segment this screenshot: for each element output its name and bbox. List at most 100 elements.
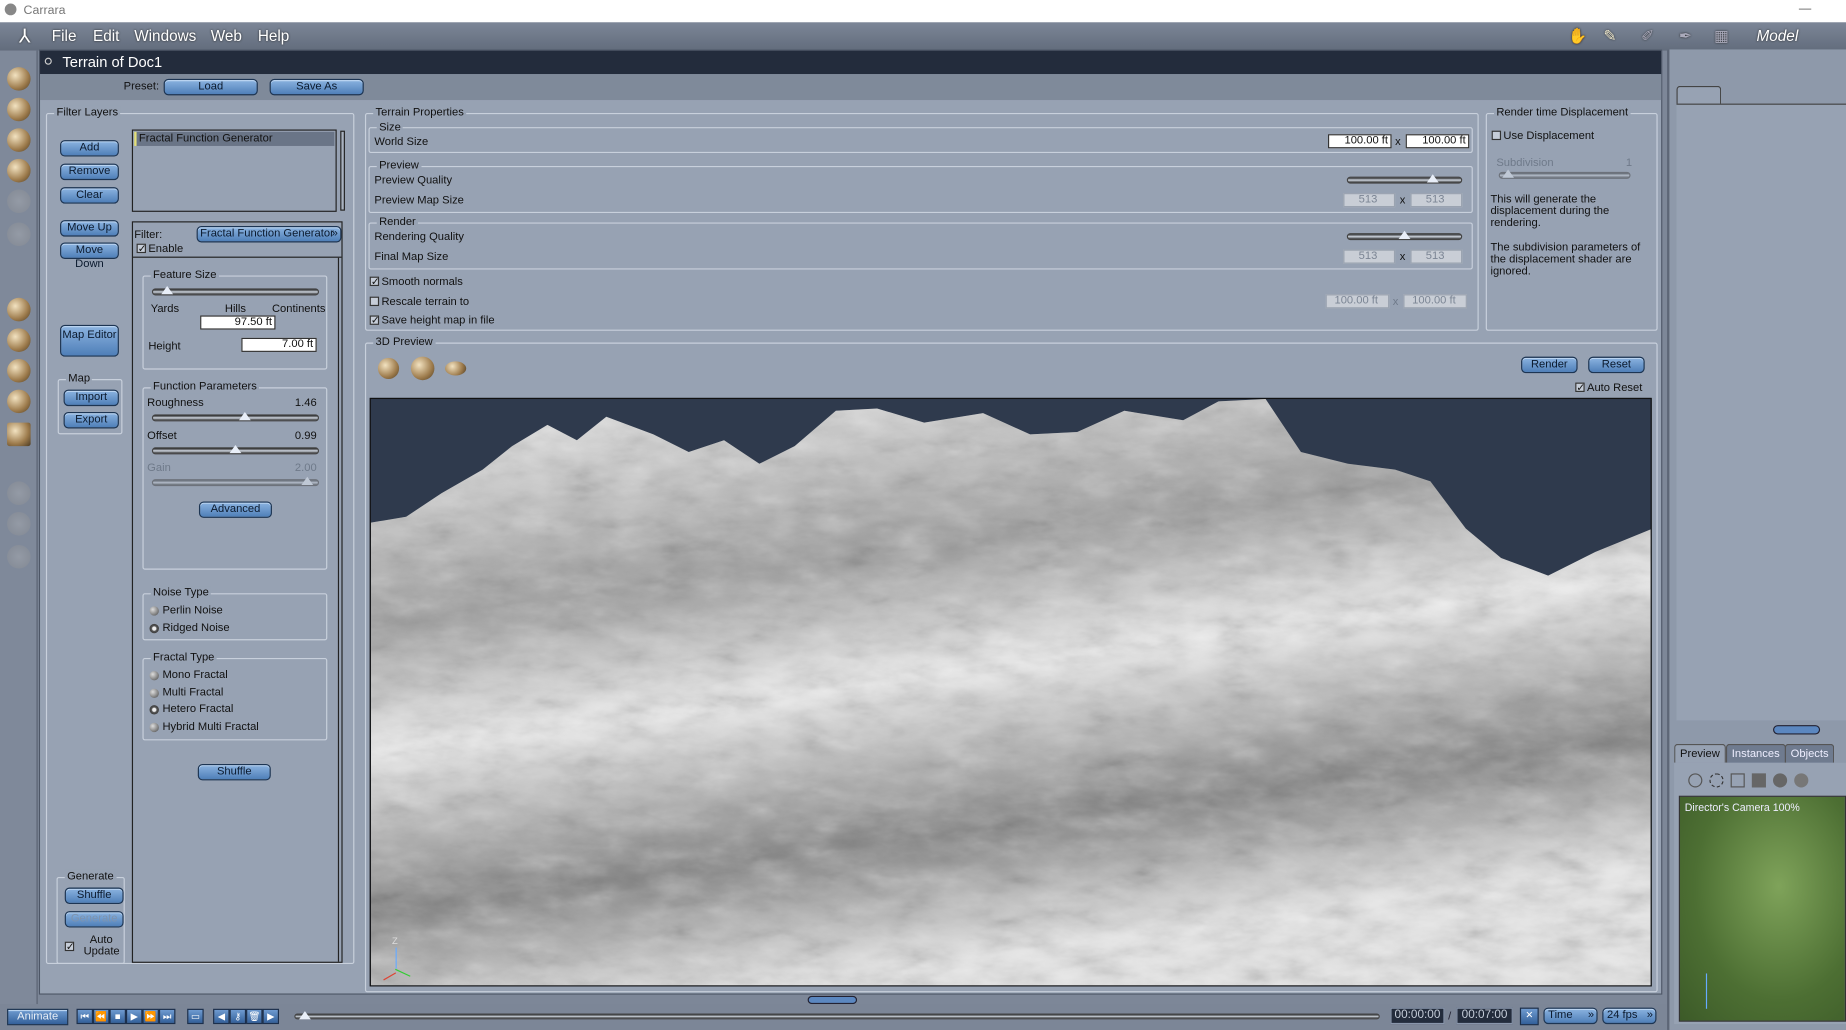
- world-width-input[interactable]: 100.00 ft: [1327, 134, 1392, 149]
- move-arrow-icon[interactable]: [7, 97, 31, 122]
- play-icon[interactable]: ▶: [125, 1008, 143, 1025]
- track-icon[interactable]: [7, 389, 31, 414]
- pan-icon[interactable]: [7, 328, 31, 352]
- roughness-slider[interactable]: [151, 411, 320, 422]
- map-editor-button[interactable]: Map Editor: [60, 324, 119, 357]
- generate-button[interactable]: Generate: [64, 911, 124, 928]
- remove-layer-button[interactable]: Remove: [60, 163, 119, 181]
- key-icon[interactable]: ⚷: [229, 1008, 247, 1025]
- rewind-icon[interactable]: ⏪: [93, 1008, 110, 1025]
- hetero-fractal-radio[interactable]: [149, 705, 159, 715]
- orbit-camera-icon[interactable]: [445, 361, 467, 376]
- slider-thumb[interactable]: [229, 444, 242, 454]
- track-camera-icon[interactable]: [410, 356, 435, 381]
- previous-key-icon[interactable]: ◀: [213, 1008, 230, 1025]
- layer-list-item[interactable]: Fractal Function Generator: [134, 131, 335, 146]
- time-unit-select[interactable]: Time »: [1543, 1007, 1598, 1025]
- slider-thumb[interactable]: [301, 476, 314, 485]
- room-box-icon[interactable]: [7, 422, 31, 447]
- move-down-button[interactable]: Move Down: [60, 242, 119, 271]
- menu-help[interactable]: Help: [258, 27, 289, 45]
- next-key-icon[interactable]: ▶: [262, 1008, 280, 1025]
- preview-quality-slider[interactable]: [1346, 174, 1463, 184]
- menu-web[interactable]: Web: [211, 27, 242, 45]
- up-arrow-icon[interactable]: [1688, 773, 1703, 788]
- selection-icon[interactable]: [1709, 773, 1724, 788]
- zoom-magnifier-icon[interactable]: [7, 544, 31, 569]
- height-input[interactable]: 7.00 ft: [241, 337, 317, 352]
- export-map-button[interactable]: Export: [63, 411, 119, 429]
- panel-tab[interactable]: [1676, 85, 1722, 105]
- settings-scrollbar[interactable]: [337, 257, 343, 962]
- render-film-icon[interactable]: ▦: [1714, 27, 1728, 46]
- bone-icon[interactable]: [7, 189, 31, 214]
- storyboard-icon[interactable]: ✒: [1679, 27, 1692, 46]
- add-layer-button[interactable]: Add: [60, 140, 119, 157]
- subdivision-slider[interactable]: [1498, 169, 1631, 179]
- shaded-box-icon[interactable]: [1751, 773, 1766, 788]
- delete-key-icon[interactable]: 🗑: [246, 1008, 263, 1025]
- scene-preview-viewport[interactable]: Director's Camera 100%: [1678, 795, 1846, 1022]
- scale-icon[interactable]: [7, 158, 31, 183]
- use-displacement-checkbox[interactable]: [1491, 130, 1502, 141]
- end-time-field[interactable]: 00:07:00: [1456, 1007, 1513, 1025]
- fast-forward-icon[interactable]: ⏩: [142, 1008, 159, 1025]
- feature-size-input[interactable]: 97.50 ft: [200, 315, 276, 330]
- model-icon[interactable]: ✐: [1641, 27, 1654, 46]
- tab-objects[interactable]: Objects: [1784, 743, 1835, 763]
- auto-reset-checkbox[interactable]: ✓: [1575, 382, 1585, 393]
- render-button[interactable]: Render: [1521, 356, 1578, 374]
- menu-file[interactable]: File: [52, 27, 77, 45]
- layer-list-scrollbar[interactable]: [340, 130, 345, 211]
- slider-thumb[interactable]: [238, 411, 251, 421]
- hybrid-multi-fractal-radio[interactable]: [149, 722, 159, 733]
- tab-instances[interactable]: Instances: [1725, 743, 1786, 763]
- terrain-3d-viewport[interactable]: Z: [369, 397, 1652, 987]
- save-height-map-checkbox[interactable]: ✓: [369, 315, 380, 325]
- smooth-normals-checkbox[interactable]: ✓: [369, 276, 380, 287]
- rescale-terrain-checkbox[interactable]: [369, 296, 380, 307]
- orbit-icon[interactable]: [7, 359, 31, 383]
- hand-icon[interactable]: ✋: [1568, 27, 1587, 46]
- tab-preview[interactable]: Preview: [1674, 743, 1726, 763]
- multi-fractal-radio[interactable]: [149, 688, 159, 699]
- enable-checkbox[interactable]: ✓: [136, 243, 147, 254]
- perlin-noise-radio[interactable]: [149, 606, 159, 616]
- world-depth-input[interactable]: 100.00 ft: [1405, 134, 1470, 149]
- go-to-end-icon[interactable]: ⏭: [158, 1008, 176, 1025]
- filter-select[interactable]: Fractal Function Generator»: [196, 226, 342, 243]
- move-up-button[interactable]: Move Up: [60, 220, 119, 237]
- slider-thumb[interactable]: [299, 1011, 311, 1020]
- splitter-handle[interactable]: [807, 995, 858, 1005]
- rendering-quality-slider[interactable]: [1346, 230, 1463, 241]
- layer-list[interactable]: Fractal Function Generator: [131, 129, 345, 212]
- clear-layers-button[interactable]: Clear: [60, 187, 119, 204]
- dolly-camera-icon[interactable]: [377, 357, 400, 380]
- rotate-icon[interactable]: [7, 128, 31, 152]
- current-time-field[interactable]: 00:00:00: [1390, 1007, 1445, 1025]
- offset-slider[interactable]: [151, 444, 320, 455]
- select-arrow-icon[interactable]: [7, 67, 31, 91]
- advanced-button[interactable]: Advanced: [198, 501, 272, 518]
- auto-update-checkbox[interactable]: ✓: [64, 941, 75, 952]
- stop-icon[interactable]: ■: [109, 1008, 126, 1025]
- load-preset-button[interactable]: Load: [163, 78, 258, 96]
- slider-thumb[interactable]: [1502, 169, 1515, 178]
- panel-splitter-handle[interactable]: [1773, 725, 1821, 735]
- feature-size-slider[interactable]: [151, 286, 320, 296]
- slider-thumb[interactable]: [160, 286, 173, 295]
- animate-button[interactable]: Animate: [7, 1008, 69, 1026]
- camera-icon[interactable]: [7, 481, 31, 505]
- close-x-icon[interactable]: ✕: [1519, 1007, 1539, 1026]
- time-scrubber[interactable]: [294, 1011, 1380, 1020]
- shuffle-fractal-button[interactable]: Shuffle: [197, 763, 271, 781]
- slider-thumb[interactable]: [1426, 174, 1439, 183]
- save-as-preset-button[interactable]: Save As: [269, 78, 364, 96]
- gain-slider[interactable]: [151, 476, 320, 487]
- fps-select[interactable]: 24 fps »: [1602, 1007, 1657, 1025]
- shuffle-generate-button[interactable]: Shuffle: [64, 887, 124, 905]
- ridged-noise-radio[interactable]: [149, 623, 159, 634]
- sphere-icon[interactable]: [1773, 773, 1788, 788]
- assemble-icon[interactable]: ✎: [1603, 27, 1616, 46]
- wireframe-box-icon[interactable]: [1730, 773, 1745, 788]
